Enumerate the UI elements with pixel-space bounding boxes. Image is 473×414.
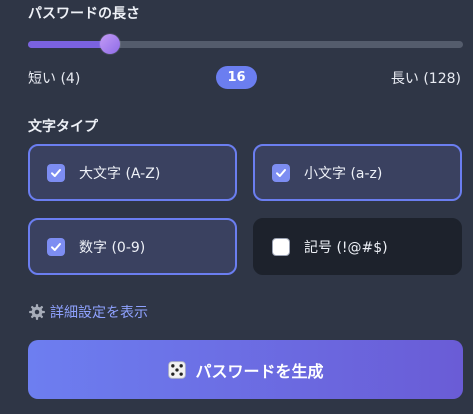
length-slider[interactable] [28, 34, 463, 54]
generate-password-button[interactable]: パスワードを生成 [28, 340, 463, 399]
gear-icon [29, 304, 45, 320]
uppercase-checkbox[interactable] [47, 163, 65, 182]
generate-password-label: パスワードを生成 [195, 363, 324, 381]
show-advanced-settings-label: 詳細設定を表示 [50, 305, 148, 321]
show-advanced-settings-link[interactable]: 詳細設定を表示 [28, 302, 148, 322]
check-icon [276, 168, 286, 177]
symbols-label: 記号 (!@#$) [304, 239, 388, 256]
length-slider-thumb[interactable] [100, 34, 121, 54]
option-numbers[interactable]: 数字 (0-9) [28, 218, 237, 275]
option-lowercase[interactable]: 小文字 (a-z) [253, 144, 462, 201]
numbers-checkbox[interactable] [47, 237, 65, 256]
length-title: パスワードの長さ [28, 6, 140, 22]
min-length-label: 短い (4) [28, 71, 81, 87]
option-uppercase[interactable]: 大文字 (A-Z) [28, 144, 237, 201]
numbers-label: 数字 (0-9) [79, 239, 146, 256]
length-value-badge: 16 [216, 66, 257, 89]
symbols-checkbox[interactable] [272, 237, 290, 256]
check-icon [51, 242, 61, 251]
check-icon [51, 168, 61, 177]
uppercase-label: 大文字 (A-Z) [79, 165, 161, 182]
length-slider-fill [28, 41, 111, 48]
option-symbols[interactable]: 記号 (!@#$) [253, 218, 462, 275]
password-generator-panel: パスワードの長さ 短い (4) 16 長い (128) 文字タイプ 大文字 (A… [0, 0, 473, 414]
dice-icon [168, 360, 187, 379]
char-types-title: 文字タイプ [28, 119, 98, 135]
lowercase-label: 小文字 (a-z) [304, 165, 383, 182]
max-length-label: 長い (128) [390, 71, 461, 87]
lowercase-checkbox[interactable] [272, 163, 290, 182]
